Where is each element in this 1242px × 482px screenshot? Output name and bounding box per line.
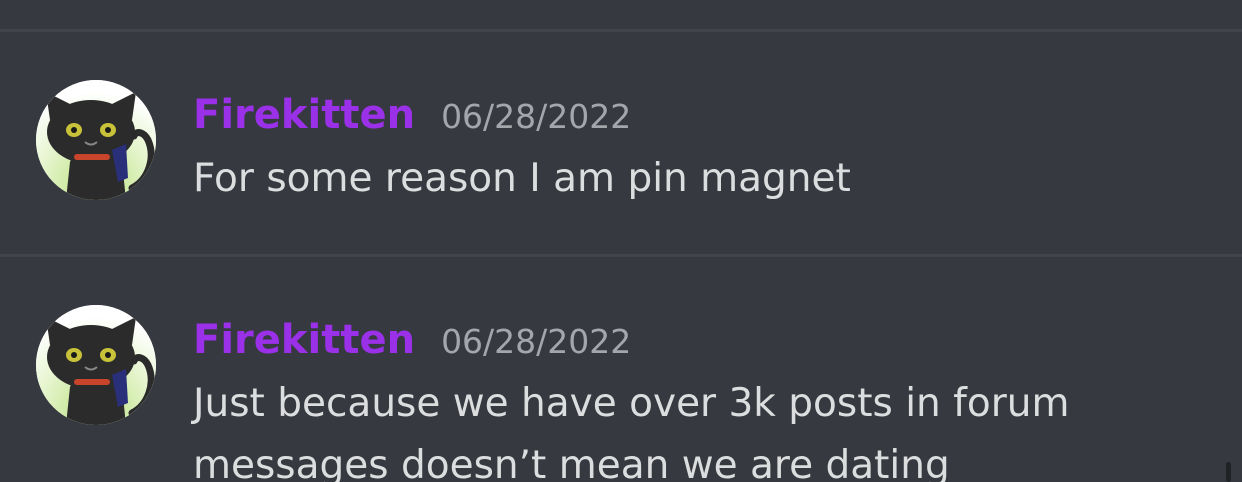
- username[interactable]: Firekitten: [193, 90, 415, 140]
- timestamp: 06/28/2022: [441, 322, 632, 361]
- message-header: Firekitten 06/28/2022: [193, 90, 631, 140]
- avatar[interactable]: [36, 80, 156, 200]
- message-content: For some reason I am pin magnet: [193, 156, 851, 201]
- scrollbar[interactable]: [1226, 462, 1231, 482]
- avatar[interactable]: [36, 305, 156, 425]
- message-divider: [0, 254, 1242, 257]
- black-cat-avatar-icon: [36, 80, 156, 200]
- message-divider: [0, 29, 1242, 32]
- black-cat-avatar-icon: [36, 305, 156, 425]
- message-header: Firekitten 06/28/2022: [193, 315, 631, 365]
- pinned-messages-list: Firekitten 06/28/2022 For some reason I a…: [0, 0, 1242, 482]
- message-content: Just because we have over 3k posts in fo…: [193, 381, 1070, 482]
- timestamp: 06/28/2022: [441, 97, 632, 136]
- username[interactable]: Firekitten: [193, 315, 415, 365]
